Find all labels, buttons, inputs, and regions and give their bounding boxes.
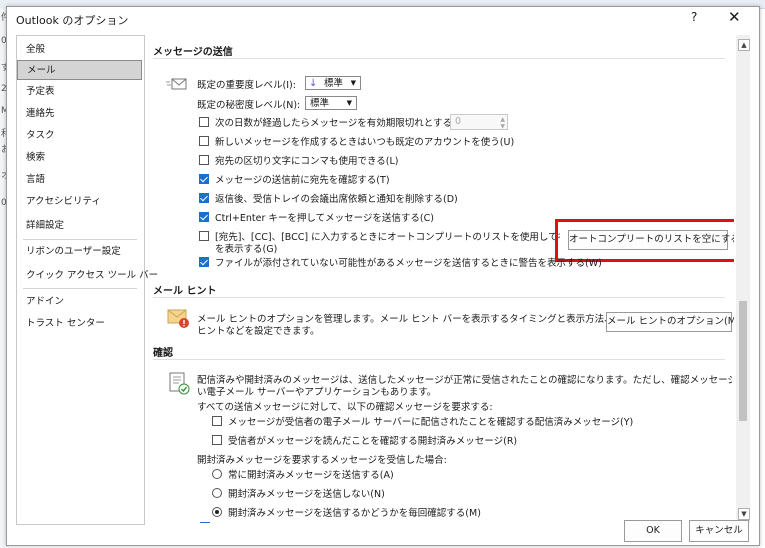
scroll-down-icon[interactable]: ▼ [738, 508, 750, 520]
expire-label: 次の日数が経過したらメッセージを有効期限切れとする(A): [215, 118, 470, 129]
check-names-label: メッセージの送信前に宛先を確認する(T) [215, 175, 390, 186]
dialog-title: Outlook のオプション [16, 14, 129, 27]
outlook-options-dialog: Outlook のオプション ? ✕ 全般 メール 予定表 連絡先 タスク 検索… [6, 6, 760, 546]
sidebar-item-language[interactable]: 言語 [17, 170, 142, 190]
default-account-checkbox[interactable] [199, 136, 209, 146]
ok-button[interactable]: OK [624, 520, 682, 542]
delivery-receipt-checkbox[interactable] [212, 416, 222, 426]
sidebar-item-accessibility[interactable]: アクセシビリティ [17, 192, 142, 212]
importance-label: 既定の重要度レベル(I): [197, 80, 296, 91]
mailtips-options-button[interactable]: メール ヒントのオプション(M)... [606, 312, 734, 332]
comma-separator-label: 宛先の区切り文字にコンマも使用できる(L) [215, 156, 399, 167]
envelope-send-icon [166, 75, 188, 96]
spin-down-icon[interactable]: ▼ [500, 123, 505, 130]
default-account-label: 新しいメッセージを作成するときはいつも既定のアカウントを使う(U) [215, 137, 515, 148]
ctrl-enter-checkbox[interactable] [199, 212, 209, 222]
title-bar: Outlook のオプション ? ✕ [7, 7, 759, 31]
scroll-up-icon[interactable]: ▲ [738, 39, 750, 51]
request-tracking-label: すべての送信メッセージに対して、以下の確認メッセージを要求する: [197, 402, 493, 413]
sidebar-item-advanced[interactable]: 詳細設定 [17, 216, 142, 236]
mailtips-warning-icon [167, 307, 191, 332]
check-names-checkbox[interactable] [199, 174, 209, 184]
sidebar-item-general[interactable]: 全般 [17, 40, 142, 60]
sidebar-item-contacts[interactable]: 連絡先 [17, 104, 142, 124]
mailtips-desc-line2: ヒントなどを設定できます。 [197, 326, 320, 337]
sensitivity-label: 既定の秘密度レベル(N): [197, 100, 301, 111]
tracking-desc-line2: い電子メール サーバーやアプリケーションもあります。 [197, 387, 437, 398]
help-icon[interactable]: ? [691, 10, 697, 24]
sidebar-item-search[interactable]: 検索 [17, 148, 142, 168]
section-header-mailtips: メール ヒント [153, 282, 733, 298]
sidebar-item-trust-center[interactable]: トラスト センター [17, 314, 142, 334]
ctrl-enter-label: Ctrl+Enter キーを押してメッセージを送信する(C) [215, 213, 434, 224]
chevron-down-icon: ▼ [350, 79, 356, 87]
section-header-tracking: 確認 [153, 344, 733, 360]
options-content: メッセージの送信 既定の重要度レベル(I): ↓ 標準 ▼ 既定の秘密度レベル(N… [150, 35, 734, 523]
sidebar-item-customize-ribbon[interactable]: リボンのユーザー設定 [17, 242, 142, 262]
expire-checkbox[interactable] [199, 117, 209, 127]
empty-autocomplete-button[interactable]: オートコンプリートのリストを空にする(E) [568, 230, 734, 250]
tracking-document-icon [168, 372, 190, 399]
reply-tracking-label: 開封済みメッセージを要求するメッセージを受信した場合: [197, 455, 447, 466]
importance-select[interactable]: ↓ 標準 ▼ [305, 76, 361, 90]
sidebar-item-quick-access-toolbar[interactable]: クイック アクセス ツール バー [17, 266, 158, 286]
autocomplete-label-line2: を表示する(G) [215, 244, 278, 255]
delivery-receipt-label: メッセージが受信者の電子メール サーバーに配信されたことを確認する配信済みメッセ… [228, 417, 634, 428]
content-scrollbar[interactable]: ▲ ▼ [736, 35, 750, 523]
ask-each-time-radio[interactable] [212, 507, 222, 517]
never-send-radio[interactable] [212, 488, 222, 498]
read-receipt-label: 受信者がメッセージを読んだことを確認する開封済みメッセージ(R) [228, 436, 518, 447]
chevron-down-icon: ▼ [346, 99, 352, 107]
attachment-warning-label: ファイルが添付されていない可能性があるメッセージを送信するときに警告を表示する(… [215, 258, 602, 269]
spin-up-icon[interactable]: ▲ [500, 116, 505, 123]
sidebar-item-calendar[interactable]: 予定表 [17, 82, 142, 102]
attachment-warning-checkbox[interactable] [199, 257, 209, 267]
comma-separator-checkbox[interactable] [199, 155, 209, 165]
autocomplete-checkbox[interactable] [199, 231, 209, 241]
always-send-label: 常に開封済みメッセージを送信する(A) [228, 470, 394, 481]
importance-arrow-icon: ↓ [309, 78, 318, 89]
sidebar-item-tasks[interactable]: タスク [17, 126, 142, 146]
close-icon[interactable]: ✕ [728, 8, 741, 26]
sidebar-divider [23, 239, 137, 240]
next-item-cutoff [200, 522, 210, 523]
read-receipt-checkbox[interactable] [212, 435, 222, 445]
never-send-label: 開封済みメッセージを送信しない(N) [228, 489, 385, 500]
sidebar-item-mail[interactable]: メール [17, 60, 142, 80]
delete-meeting-requests-checkbox[interactable] [199, 193, 209, 203]
sidebar-item-addins[interactable]: アドイン [17, 292, 142, 312]
section-header-send: メッセージの送信 [153, 43, 733, 59]
ask-each-time-label: 開封済みメッセージを送信するかどうかを毎回確認する(M) [228, 508, 481, 519]
options-sidebar: 全般 メール 予定表 連絡先 タスク 検索 言語 アクセシビリティ 詳細設定 リ… [16, 35, 158, 525]
expire-days-spinner[interactable]: 0 ▲ ▼ [450, 114, 508, 130]
sidebar-divider [23, 288, 137, 289]
delete-meeting-requests-label: 返信後、受信トレイの会議出席依頼と通知を削除する(D) [215, 194, 458, 205]
scroll-thumb[interactable] [739, 301, 747, 421]
sensitivity-select[interactable]: 標準 ▼ [305, 96, 357, 110]
cancel-button[interactable]: キャンセル [689, 520, 749, 542]
always-send-radio[interactable] [212, 469, 222, 479]
